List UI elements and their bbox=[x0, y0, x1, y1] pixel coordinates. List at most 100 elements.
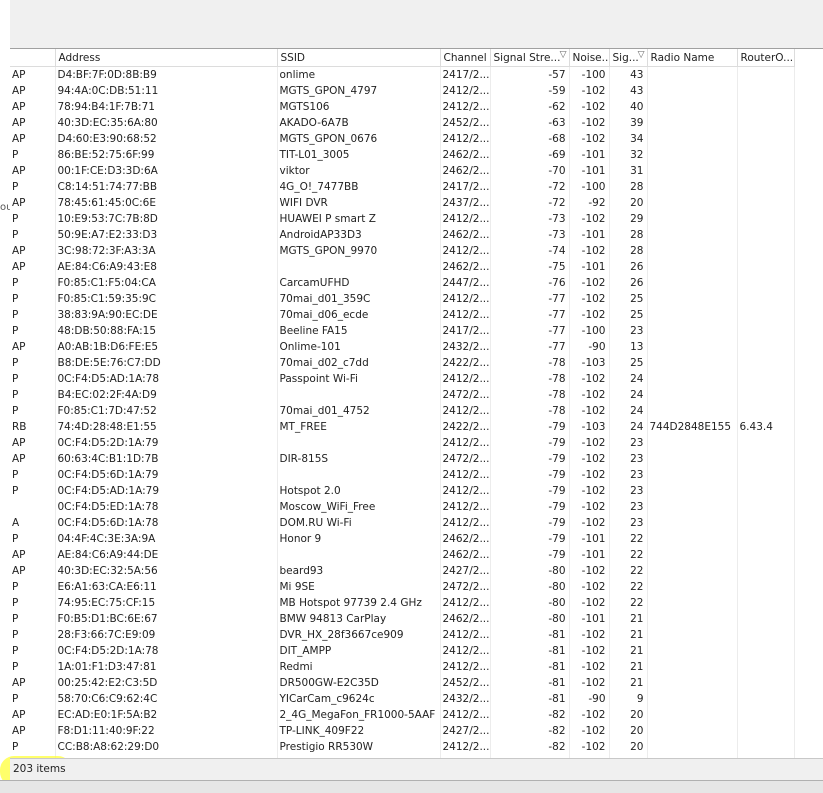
cell-flags: P bbox=[10, 275, 56, 291]
column-header-label: Address bbox=[58, 51, 101, 64]
cell-flags: P bbox=[10, 467, 56, 483]
table-row[interactable]: P B8:DE:5E:76:C7:DD 70mai_d02_c7dd 2422/2..… bbox=[10, 355, 795, 371]
table-row[interactable]: AP 94:4A:0C:DB:51:11 MGTS_GPON_4797 2412/2.… bbox=[10, 83, 795, 99]
table-row[interactable]: P 50:9E:A7:E2:33:D3 AndroidAP33D3 2462/2...… bbox=[10, 227, 795, 243]
cell-flags: AP bbox=[10, 675, 56, 691]
table-row[interactable]: P F0:B5:D1:BC:6E:67 BMW 94813 CarPlay 2462/… bbox=[10, 611, 795, 627]
table-row[interactable]: AP D4:BF:7F:0D:8B:B9 onlime 2417/2... -57 -10… bbox=[10, 66, 795, 83]
cell-ssid: BMW 94813 CarPlay bbox=[277, 611, 441, 627]
table-row[interactable]: P 28:F3:66:7C:E9:09 DVR_HX_28f3667ce909 241… bbox=[10, 627, 795, 643]
cell-noise: -100 bbox=[569, 323, 610, 339]
table-row[interactable]: P 58:70:C6:C9:62:4C YICarCam_c9624c 2432/2.… bbox=[10, 691, 795, 707]
cell-address: F0:B5:D1:BC:6E:67 bbox=[55, 611, 278, 627]
cell-flags: P bbox=[10, 227, 56, 243]
cell-radio bbox=[647, 611, 738, 627]
cell-channel: 2412/2... bbox=[440, 99, 491, 115]
table-row[interactable]: AP 78:45:61:45:0C:6E WIFI DVR 2437/2... -72-… bbox=[10, 195, 795, 211]
table-row[interactable]: P 04:4F:4C:3E:3A:9A Honor 9 2462/2... -79 -10… bbox=[10, 531, 795, 547]
table-row[interactable]: P 38:83:9A:90:EC:DE 70mai_d06_ecde 2412/2..… bbox=[10, 307, 795, 323]
cell-sig: 13 bbox=[609, 339, 648, 355]
column-header-signal[interactable]: Signal Stre... ▽ bbox=[490, 49, 570, 67]
cell-router bbox=[737, 643, 795, 659]
cell-noise: -90 bbox=[569, 691, 610, 707]
table-row[interactable]: P 86:BE:52:75:6F:99 TIT-L01_3005 2462/2... -… bbox=[10, 147, 795, 163]
column-header-sig[interactable]: Sig... ▽ bbox=[609, 49, 648, 67]
table-row[interactable]: AP F8:D1:11:40:9F:22 TP-LINK_409F22 2427/2.… bbox=[10, 723, 795, 739]
table-row[interactable]: P 0C:F4:D5:AD:1A:79 Hotspot 2.0 2412/2... -7… bbox=[10, 483, 795, 499]
cell-router bbox=[737, 291, 795, 307]
table-row[interactable]: P C8:14:51:74:77:BB 4G_O!_7477BB 2417/2... -… bbox=[10, 179, 795, 195]
cell-ssid bbox=[277, 467, 441, 483]
cell-flags: A bbox=[10, 515, 56, 531]
table-row[interactable]: P F0:85:C1:7D:47:52 70mai_d01_4752 2412/2..… bbox=[10, 403, 795, 419]
table-row[interactable]: AP AE:84:C6:A9:44:DE 2462/2... -79 -101 22 bbox=[10, 547, 795, 563]
cell-ssid: Onlime-101 bbox=[277, 339, 441, 355]
cell-radio bbox=[647, 227, 738, 243]
cell-noise: -102 bbox=[569, 499, 610, 515]
table-row[interactable]: AP 40:3D:EC:32:5A:56 beard93 2427/2... -80 -1… bbox=[10, 563, 795, 579]
cell-noise: -101 bbox=[569, 547, 610, 563]
table-row[interactable]: AP 00:25:42:E2:C3:5D DR500GW-E2C35D 2452/2.… bbox=[10, 675, 795, 691]
column-header-flags[interactable] bbox=[10, 49, 56, 67]
cell-radio bbox=[647, 627, 738, 643]
cell-address: 94:4A:0C:DB:51:11 bbox=[55, 83, 278, 99]
table-row[interactable]: P F0:85:C1:F5:04:CA CarcamUFHD 2447/2... -76… bbox=[10, 275, 795, 291]
table-row[interactable]: AP 60:63:4C:B1:1D:7B DIR-815S 2472/2... -79-… bbox=[10, 451, 795, 467]
table-row[interactable]: A 0C:F4:D5:6D:1A:78 DOM.RU Wi-Fi 2412/2... -… bbox=[10, 515, 795, 531]
table-row[interactable]: P 74:95:EC:75:CF:15 MB Hotspot 97739 2.4 G… bbox=[10, 595, 795, 611]
table-row[interactable]: P 48:DB:50:88:FA:15 Beeline FA15 2417/2... -… bbox=[10, 323, 795, 339]
cell-signal: -78 bbox=[490, 403, 570, 419]
column-header-address[interactable]: Address bbox=[55, 49, 278, 67]
table-row[interactable]: P 1A:01:F1:D3:47:81 Redmi 2412/2... -81 -102 2… bbox=[10, 659, 795, 675]
table-row[interactable]: P E6:A1:63:CA:E6:11 Mi 9SE 2472/2... -80 -102… bbox=[10, 579, 795, 595]
cell-channel: 2472/2... bbox=[440, 387, 491, 403]
cell-channel: 2412/2... bbox=[440, 403, 491, 419]
cell-sig: 20 bbox=[609, 195, 648, 211]
cell-router bbox=[737, 227, 795, 243]
cell-noise: -102 bbox=[569, 579, 610, 595]
cell-flags: AP bbox=[10, 163, 56, 179]
cell-address: 38:83:9A:90:EC:DE bbox=[55, 307, 278, 323]
cell-sig: 21 bbox=[609, 659, 648, 675]
column-header-router[interactable]: RouterO... bbox=[737, 49, 795, 67]
column-header-channel[interactable]: Channel bbox=[440, 49, 491, 67]
cell-channel: 2447/2... bbox=[440, 275, 491, 291]
cell-channel: 2427/2... bbox=[440, 723, 491, 739]
table-row[interactable]: AP 40:3D:EC:35:6A:80 AKADO-6A7B 2452/2... -6… bbox=[10, 115, 795, 131]
cell-signal: -70 bbox=[490, 163, 570, 179]
cell-router bbox=[737, 115, 795, 131]
cell-noise: -102 bbox=[569, 435, 610, 451]
table-row[interactable]: P 0C:F4:D5:6D:1A:79 2412/2... -79 -102 23 bbox=[10, 467, 795, 483]
cell-radio bbox=[647, 163, 738, 179]
cell-router bbox=[737, 259, 795, 275]
table-row[interactable]: P 0C:F4:D5:AD:1A:78 Passpoint Wi-Fi 2412/2.… bbox=[10, 371, 795, 387]
cell-sig: 23 bbox=[609, 323, 648, 339]
table-row[interactable]: AP 3C:98:72:3F:A3:3A MGTS_GPON_9970 2412/2.… bbox=[10, 243, 795, 259]
table-row[interactable]: AP D4:60:E3:90:68:52 MGTS_GPON_0676 2412/2.… bbox=[10, 131, 795, 147]
column-header-noise[interactable]: Noise... bbox=[569, 49, 610, 67]
table-row[interactable]: P 0C:F4:D5:2D:1A:78 DIT_AMPP 2412/2... -81 -1… bbox=[10, 643, 795, 659]
table-row[interactable]: 0C:F4:D5:ED:1A:78 Moscow_WiFi_Free 2412/2.… bbox=[10, 499, 795, 515]
cell-sig: 20 bbox=[609, 707, 648, 723]
cell-address: B8:DE:5E:76:C7:DD bbox=[55, 355, 278, 371]
cell-flags: AP bbox=[10, 99, 56, 115]
cell-ssid: 70mai_d06_ecde bbox=[277, 307, 441, 323]
column-header-radio[interactable]: Radio Name bbox=[647, 49, 738, 67]
cell-sig: 24 bbox=[609, 371, 648, 387]
table-row[interactable]: AP 78:94:B4:1F:7B:71 MGTS106 2412/2... -62 -1… bbox=[10, 99, 795, 115]
table-row[interactable]: P CC:B8:A8:62:29:D0 Prestigio RR530W 2412/2… bbox=[10, 739, 795, 755]
table-row[interactable]: P F0:85:C1:59:35:9C 70mai_d01_359C 2412/2..… bbox=[10, 291, 795, 307]
table-row[interactable]: P 10:E9:53:7C:7B:8D HUAWEI P smart Z 2412/2… bbox=[10, 211, 795, 227]
cell-address: 0C:F4:D5:AD:1A:78 bbox=[55, 371, 278, 387]
cell-ssid: 70mai_d02_c7dd bbox=[277, 355, 441, 371]
cell-router bbox=[737, 371, 795, 387]
table-row[interactable]: AP A0:AB:1B:D6:FE:E5 Onlime-101 2432/2... -7… bbox=[10, 339, 795, 355]
column-header-ssid[interactable]: SSID bbox=[277, 49, 441, 67]
table-row[interactable]: AP 0C:F4:D5:2D:1A:79 2412/2... -79 -102 23 bbox=[10, 435, 795, 451]
cell-address: 40:3D:EC:35:6A:80 bbox=[55, 115, 278, 131]
table-row[interactable]: AP EC:AD:E0:1F:5A:B2 2_4G_MegaFon_FR1000-5… bbox=[10, 707, 795, 723]
table-row[interactable]: RB 74:4D:28:48:E1:55 MT_FREE 2422/2... -79 -1… bbox=[10, 419, 795, 435]
table-row[interactable]: AP AE:84:C6:A9:43:E8 2462/2... -75 -101 26 bbox=[10, 259, 795, 275]
table-row[interactable]: P B4:EC:02:2F:4A:D9 2472/2... -78 -102 24 bbox=[10, 387, 795, 403]
table-row[interactable]: AP 00:1F:CE:D3:3D:6A viktor 2462/2... -70 -10… bbox=[10, 163, 795, 179]
